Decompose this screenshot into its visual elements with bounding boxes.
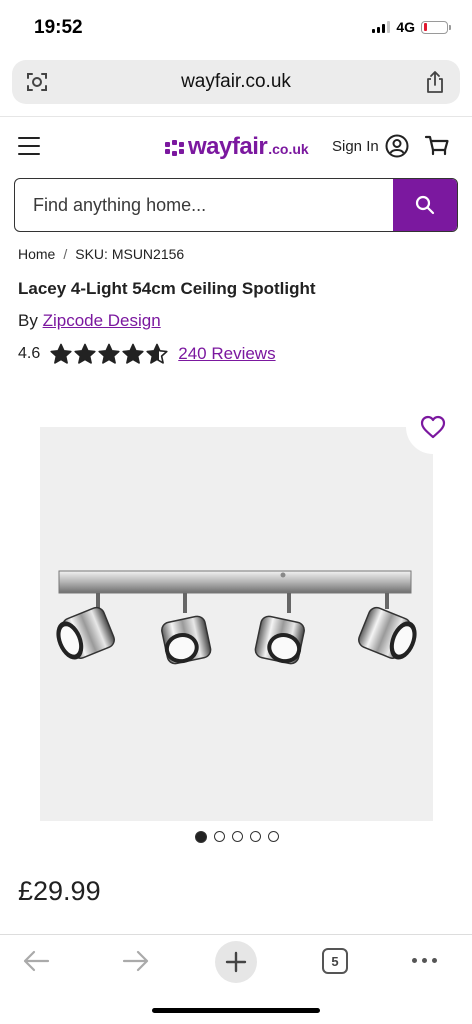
carousel-dot[interactable] [250,831,261,842]
rating-row: 4.6 240 Reviews [18,343,276,365]
star-partial-icon [146,343,168,364]
product-byline: By Zipcode Design [18,311,161,331]
image-carousel-dots [195,831,279,843]
tab-switcher-button[interactable]: 5 [322,948,348,974]
breadcrumb: Home / SKU: MSUN2156 [18,246,184,262]
address-bar[interactable]: wayfair.co.uk [12,60,460,104]
status-bar: 19:52 4G [0,0,472,56]
brand-link[interactable]: Zipcode Design [43,311,161,330]
reviews-link[interactable]: 240 Reviews [178,344,275,364]
rating-stars [50,343,168,365]
rating-value: 4.6 [18,345,41,362]
battery-icon [421,20,451,34]
breadcrumb-home[interactable]: Home [18,246,55,262]
cart-icon[interactable] [424,133,450,159]
account-icon[interactable] [385,134,409,158]
hamburger-menu-icon[interactable] [18,137,40,155]
by-prefix: By [18,311,38,330]
wayfair-logo[interactable]: wayfair .co.uk [164,133,309,161]
star-full-icon [122,343,144,364]
star-full-icon [50,343,72,364]
product-title: Lacey 4-Light 54cm Ceiling Spotlight [18,279,316,298]
new-tab-button[interactable] [215,941,257,983]
spotlight-image [56,570,417,665]
star-full-icon [74,343,96,364]
product-image[interactable] [40,427,433,821]
share-icon[interactable] [424,70,446,94]
forward-arrow-icon[interactable] [122,950,150,972]
breadcrumb-sku: SKU: MSUN2156 [75,246,185,262]
carousel-dot[interactable] [195,831,207,843]
plus-icon [225,951,247,973]
status-time: 19:52 [34,17,83,38]
more-menu-icon[interactable] [412,958,437,963]
carousel-dot[interactable] [214,831,225,842]
url-text[interactable]: wayfair.co.uk [12,71,460,93]
network-type: 4G [396,19,415,35]
search-input[interactable] [15,179,395,231]
back-arrow-icon[interactable] [22,950,50,972]
product-price: £29.99 [18,876,101,906]
search-icon [415,195,435,215]
carousel-dot[interactable] [268,831,279,842]
site-header: wayfair .co.uk Sign In [0,116,472,174]
logo-tld: .co.uk [268,141,309,157]
logo-word: wayfair [188,133,268,160]
search-button[interactable] [393,179,457,231]
breadcrumb-separator: / [63,246,68,262]
sign-in-link[interactable]: Sign In [332,138,379,155]
star-full-icon [98,343,120,364]
heart-icon [420,415,446,439]
carousel-dot[interactable] [232,831,243,842]
search-box [14,178,458,232]
favorite-button[interactable] [406,400,460,454]
status-indicators: 4G [372,19,451,35]
cellular-signal-icon [372,21,391,33]
wayfair-pinwheel-icon [165,140,184,156]
home-indicator [152,1008,320,1013]
